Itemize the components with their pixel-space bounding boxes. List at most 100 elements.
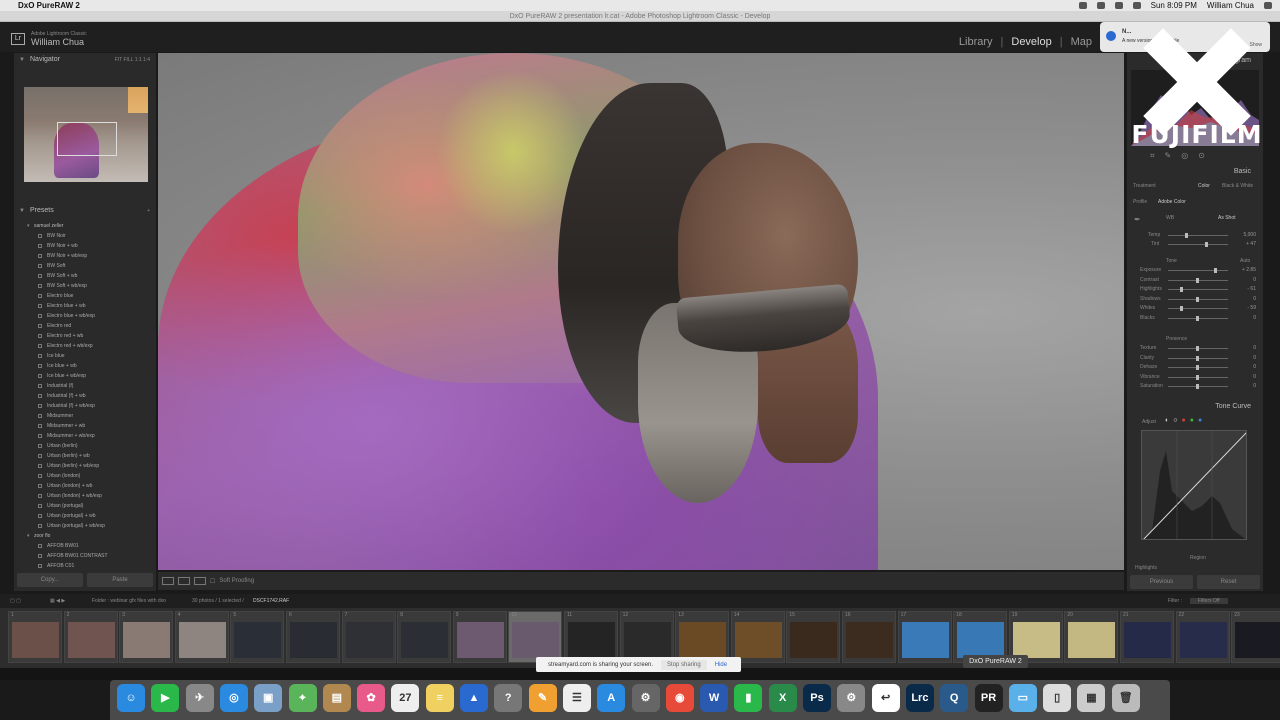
adjustment-slider[interactable] [1168, 346, 1228, 351]
filmstrip-thumbnail[interactable]: 16 [842, 611, 896, 663]
preferences-icon[interactable]: ⚙ [631, 684, 660, 712]
slider-knob[interactable] [1196, 346, 1199, 351]
wifi-icon[interactable] [1132, 2, 1141, 9]
photoshop-icon[interactable]: Ps [803, 684, 831, 712]
menubar-time[interactable]: Sun 8:09 PM [1151, 1, 1197, 10]
back-icon[interactable]: ↩ [871, 684, 900, 712]
appstore-icon[interactable]: A [597, 684, 626, 712]
previous-button[interactable]: Previous [1130, 575, 1193, 589]
preset-item[interactable]: BW Soft + wb/exp [14, 281, 156, 291]
filmstrip-thumbnail[interactable]: 12 [619, 611, 674, 663]
slider-value[interactable]: + 2.85 [1236, 267, 1256, 273]
slider-knob[interactable] [1180, 306, 1183, 311]
filmstrip-thumbnail[interactable]: 5 [230, 611, 285, 663]
preset-item[interactable]: BW Soft [14, 261, 156, 271]
filmstrip-thumbnail[interactable]: 6 [286, 611, 340, 663]
slider-value[interactable]: 0 [1236, 374, 1256, 380]
before-after-icon[interactable] [194, 577, 206, 585]
heal-tool-icon[interactable]: ✎ [1165, 151, 1172, 161]
filmstrip-thumbnail[interactable]: 1 [8, 611, 62, 663]
maps-icon[interactable]: ⌖ [288, 684, 317, 712]
menubar-user[interactable]: William Chua [1207, 1, 1254, 10]
preset-item[interactable]: Industrial (f) + wb/exp [14, 401, 156, 411]
blue-channel-icon[interactable]: ● [1198, 417, 1202, 424]
notes-icon[interactable]: ≡ [425, 684, 454, 712]
filmstrip-thumbnail[interactable]: 22 [1175, 611, 1230, 663]
tone-auto[interactable]: Auto [1240, 258, 1250, 264]
slider-knob[interactable] [1185, 233, 1188, 238]
adjustment-slider[interactable] [1168, 296, 1228, 302]
finder-icon[interactable]: ☺ [117, 684, 145, 712]
adjustment-slider[interactable] [1168, 355, 1228, 361]
status-icon[interactable] [1096, 2, 1105, 9]
photos-icon[interactable]: ✿ [357, 684, 386, 712]
paste-button[interactable]: Paste [87, 573, 153, 587]
preset-item[interactable]: Electro blue + wb/exp [14, 311, 156, 321]
hide-button[interactable]: Hide [715, 662, 727, 668]
add-preset-icon[interactable]: + [147, 204, 150, 218]
collapse-icon[interactable]: ▼ [19, 53, 25, 67]
preset-item[interactable]: AFFOB BW01 [14, 541, 156, 551]
eyedropper-icon[interactable]: ✒ [1134, 215, 1141, 224]
folder-path[interactable]: Folder : webinar gfx files with dxo [92, 598, 166, 604]
slider-value[interactable]: 0 [1236, 277, 1256, 283]
word-icon[interactable]: W [700, 684, 729, 712]
slider-value[interactable]: 0 [1236, 355, 1256, 361]
temp-slider[interactable] [1168, 233, 1228, 238]
trash-icon[interactable]: 🗑 [1111, 684, 1140, 712]
preset-item[interactable]: Urban (portugal) + wb/exp [14, 521, 156, 531]
module-develop[interactable]: Develop [1011, 36, 1051, 48]
parametric-curve-icon[interactable]: ◐ [1165, 417, 1169, 424]
excel-icon[interactable]: X [768, 684, 797, 712]
adjustment-slider[interactable] [1168, 384, 1228, 389]
preview-icon[interactable]: ▣ [254, 684, 283, 712]
slider-knob[interactable] [1180, 287, 1183, 292]
crop-tool-icon[interactable]: ⌗ [1150, 151, 1155, 161]
preset-item[interactable]: Industrial (f) [14, 381, 156, 391]
preset-item[interactable]: Electro blue + wb [14, 301, 156, 311]
preset-item[interactable]: Urban (berlin) + wb/exp [14, 461, 156, 471]
filmstrip-thumbnail[interactable]: 11 [564, 611, 618, 663]
search-icon[interactable] [1264, 2, 1272, 9]
basic-header[interactable]: Basic [1127, 166, 1263, 178]
lightroom-icon[interactable]: Lrc [905, 684, 934, 712]
slider-knob[interactable] [1205, 242, 1208, 247]
status-icon[interactable] [1114, 2, 1123, 9]
filmstrip-thumbnail[interactable]: 9 [452, 611, 507, 663]
loupe-view-icon[interactable] [162, 577, 174, 585]
soft-proofing-checkbox[interactable]: ☐ [210, 578, 215, 585]
filmstrip-thumbnail[interactable]: 7 [341, 611, 396, 663]
adjustment-slider[interactable] [1168, 315, 1228, 321]
launchpad-icon[interactable]: ✈ [185, 684, 214, 712]
pureraw-icon[interactable]: PR [974, 684, 1003, 712]
preset-item[interactable]: Ice blue + wb/exp [14, 371, 156, 381]
navigator-zoom[interactable]: FIT FILL 1:1 1:4 [115, 53, 150, 67]
slider-value[interactable]: 0 [1236, 315, 1256, 321]
slider-value[interactable]: 0 [1236, 364, 1256, 370]
green-channel-icon[interactable]: ● [1190, 417, 1194, 424]
mask-tool-icon[interactable]: ⊙ [1198, 151, 1205, 161]
filmstrip-thumbnail[interactable]: 8 [397, 611, 452, 663]
preset-item[interactable]: Ice blue [14, 351, 156, 361]
preset-item[interactable]: Urban (berlin) + wb [14, 451, 156, 461]
preset-item[interactable]: Ice blue + wb [14, 361, 156, 371]
adjustment-slider[interactable] [1168, 277, 1228, 283]
module-map[interactable]: Map [1071, 36, 1092, 48]
notebook-icon[interactable]: ▤ [322, 684, 351, 712]
preset-item[interactable]: Electro blue [14, 291, 156, 301]
preset-item[interactable]: Midsummer + wb/exp [14, 431, 156, 441]
adjustment-slider[interactable] [1168, 268, 1228, 273]
filmstrip-thumbnail[interactable]: 17 [897, 611, 952, 663]
preset-item[interactable]: Urban (london) [14, 471, 156, 481]
document-icon[interactable]: ▯ [1043, 684, 1072, 712]
slider-knob[interactable] [1196, 384, 1199, 389]
slider-knob[interactable] [1196, 374, 1199, 380]
preset-item[interactable]: BW Noir [14, 231, 156, 241]
slider-knob[interactable] [1214, 268, 1217, 273]
facetime-icon[interactable]: ▶ [151, 684, 180, 712]
profile-select[interactable]: Adobe Color [1158, 199, 1186, 205]
filmstrip-thumbnail[interactable]: 3 [119, 611, 174, 663]
slider-knob[interactable] [1196, 355, 1199, 361]
slider-value[interactable]: 0 [1236, 296, 1256, 302]
adjustment-slider[interactable] [1168, 306, 1228, 311]
